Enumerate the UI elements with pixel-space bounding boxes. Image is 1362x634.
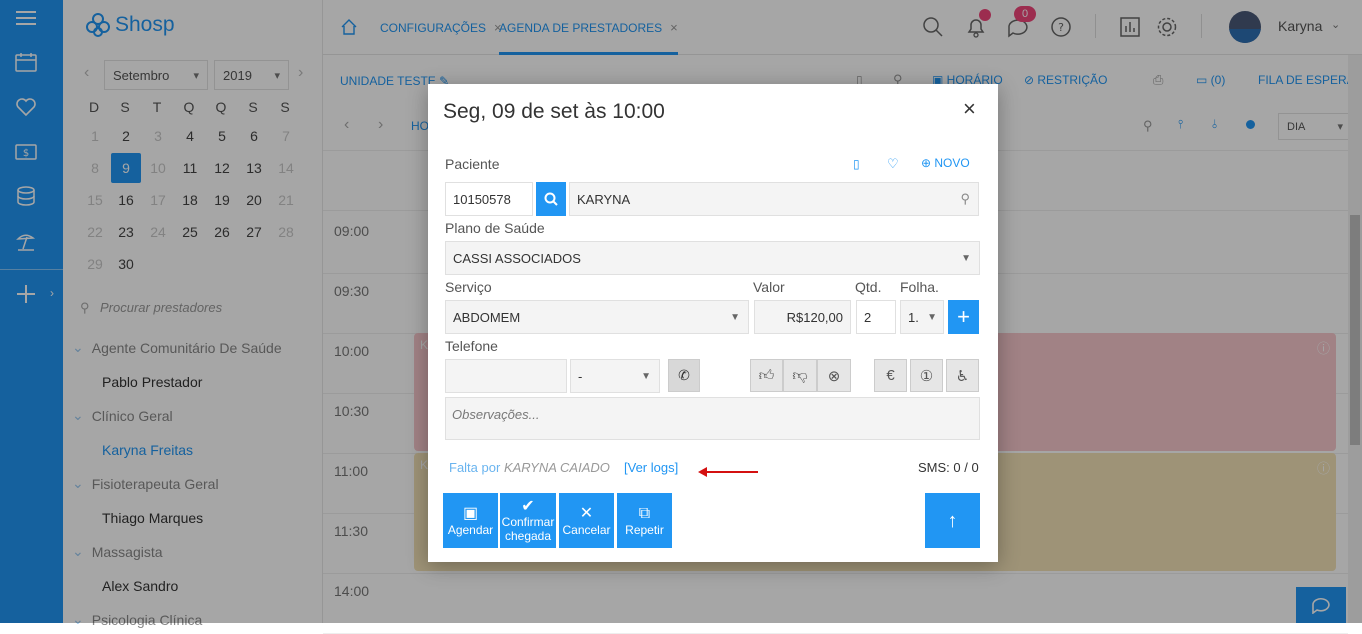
x-circle-icon: ⊗ (827, 367, 841, 385)
caret-down-icon: ▼ (730, 311, 740, 323)
schedule-icon: ▣ (462, 504, 479, 522)
value-label: Valor (753, 279, 785, 295)
check-icon: ✔ (521, 497, 535, 515)
qty-input[interactable]: 2 (856, 300, 896, 334)
copy-icon: ⧉ (638, 504, 651, 522)
plan-select[interactable]: CASSI ASSOCIADOS ▼ (445, 241, 980, 275)
thumbs-down-icon: 👎︎ (792, 366, 808, 384)
wheelchair-icon: ♿︎ (955, 367, 970, 385)
view-logs-link[interactable]: [Ver logs] (624, 460, 678, 475)
falta-info: Falta por KARYNA CAIADO (449, 460, 610, 475)
modal-title: Seg, 09 de set às 10:00 (443, 100, 665, 123)
heart-icon[interactable]: ♡ (887, 156, 899, 172)
qty-label: Qtd. (855, 279, 882, 295)
plan-label: Plano de Saúde (445, 220, 545, 236)
arrow-icon (698, 467, 758, 477)
phone-input[interactable] (445, 359, 567, 393)
falta-name: KARYNA CAIADO (503, 460, 610, 475)
action-label: Repetir (625, 522, 664, 537)
patient-name-value: KARYNA (577, 191, 631, 207)
patient-search-button[interactable] (536, 182, 566, 216)
repeat-button[interactable]: ⧉ Repetir (617, 493, 672, 548)
appointment-modal: Seg, 09 de set às 10:00 × Paciente ▯ ♡ ⊕… (428, 84, 998, 562)
action-label: Cancelar (562, 522, 611, 537)
book-icon[interactable]: ▯ (853, 157, 860, 171)
plus-icon: + (957, 304, 970, 329)
phone-icon: ✆ (678, 367, 690, 383)
notes-textarea[interactable]: Observações... (445, 397, 980, 440)
service-value: ABDOMEM (453, 309, 521, 325)
search-icon: ⚲ (960, 191, 970, 206)
scroll-top-button[interactable]: ↑ (925, 493, 980, 548)
service-select[interactable]: ABDOMEM ▼ (445, 300, 749, 334)
sheet-select[interactable]: 1. ▼ (900, 300, 944, 334)
patient-id-input[interactable]: 10150578 (445, 182, 533, 216)
confirm-arrival-button[interactable]: ✔ Confirmar chegada (500, 493, 556, 548)
novo-label: NOVO (934, 156, 970, 170)
price-input[interactable]: R$120,00 (754, 300, 851, 334)
thumbs-up-button[interactable]: 👍︎ (750, 359, 783, 392)
call-button[interactable]: ✆ (668, 359, 700, 392)
one-circle-icon: ① (919, 367, 934, 385)
patient-name-input[interactable]: KARYNA ⚲ (569, 182, 979, 216)
x-icon: ✕ (579, 504, 594, 522)
search-icon (544, 192, 558, 206)
patient-label: Paciente (445, 156, 500, 172)
falta-prefix: Falta por (449, 460, 501, 475)
action-label: Confirmar chegada (501, 514, 555, 543)
thumbs-down-button[interactable]: 👎︎ (783, 359, 817, 392)
arrow-up-icon: ↑ (947, 509, 958, 532)
thumbs-up-icon: 👍︎ (758, 366, 775, 384)
accessibility-button[interactable]: ♿︎ (946, 359, 979, 392)
new-patient-button[interactable]: ⊕ NOVO (921, 156, 970, 170)
cancel-appointment-button[interactable]: ✕ Cancelar (559, 493, 614, 548)
phone-label: Telefone (445, 338, 498, 354)
currency-button[interactable]: € (874, 359, 907, 392)
schedule-button[interactable]: ▣ Agendar (443, 493, 498, 548)
first-visit-button[interactable]: ① (910, 359, 943, 392)
cancel-mark-button[interactable]: ⊗ (817, 359, 851, 392)
caret-down-icon: ▼ (927, 311, 937, 323)
action-label: Agendar (447, 522, 494, 537)
euro-icon: € (886, 367, 895, 384)
caret-down-icon: ▼ (641, 370, 651, 382)
phone-type-value: - (578, 368, 583, 384)
sms-counter: SMS: 0 / 0 (918, 460, 979, 475)
caret-down-icon: ▼ (961, 252, 971, 264)
sheet-label: Folha. (900, 279, 939, 295)
phone-type-select[interactable]: - ▼ (570, 359, 660, 393)
close-icon[interactable]: × (963, 98, 976, 120)
add-service-button[interactable]: + (948, 300, 979, 334)
plan-value: CASSI ASSOCIADOS (453, 250, 581, 266)
service-label: Serviço (445, 279, 492, 295)
sheet-value: 1. (908, 309, 919, 325)
